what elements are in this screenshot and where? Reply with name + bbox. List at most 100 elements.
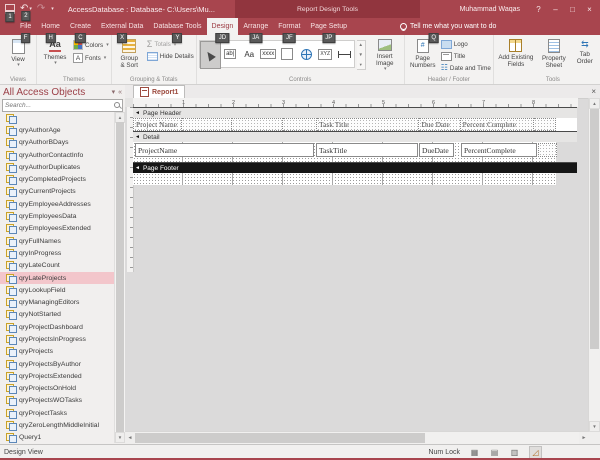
- layout-view-icon[interactable]: ▥: [509, 447, 520, 458]
- redo-button[interactable]: ↷: [37, 5, 45, 13]
- page-footer-section[interactable]: [133, 173, 556, 185]
- scrollbar-thumb[interactable]: [135, 433, 425, 443]
- page-footer-bar[interactable]: ◄ Page Footer: [133, 162, 577, 173]
- detail-bar[interactable]: ◄ Detail: [133, 131, 577, 142]
- nav-item[interactable]: qryCompletedProjects: [0, 173, 115, 185]
- header-label-box[interactable]: Percent Complete: [461, 118, 535, 131]
- ribbon-tab[interactable]: Home H: [36, 18, 65, 35]
- print-preview-icon[interactable]: ▤: [489, 447, 500, 458]
- nav-item[interactable]: qryZeroLengthMiddleInitial: [0, 419, 115, 431]
- scroll-up-icon[interactable]: ▲: [589, 98, 600, 109]
- header-label-box[interactable]: Due Date: [419, 118, 460, 131]
- nav-item[interactable]: qryLookupField: [0, 284, 115, 296]
- textbox-control[interactable]: PercentComplete: [461, 143, 537, 157]
- textbox-control[interactable]: DueDate: [419, 143, 454, 157]
- nav-item[interactable]: qryEmployeesData: [0, 210, 115, 222]
- design-view-icon[interactable]: ◿: [529, 446, 542, 459]
- undo-button[interactable]: ↶▾ 2: [20, 5, 32, 13]
- nav-item[interactable]: qryInProgress: [0, 247, 115, 259]
- nav-item[interactable]: qryProjectsOnHold: [0, 383, 115, 395]
- insert-image-button[interactable]: Insert Image ▾: [368, 37, 402, 73]
- date-time-button[interactable]: ☷ Date and Time: [441, 64, 491, 72]
- nav-item[interactable]: qryAuthorAge: [0, 124, 115, 136]
- page-break-tool[interactable]: XYZ: [316, 41, 335, 67]
- nav-item[interactable]: qryProjectsWOTasks: [0, 395, 115, 407]
- save-button[interactable]: 1: [5, 4, 15, 14]
- maximize-button[interactable]: □: [564, 0, 581, 18]
- nav-item[interactable]: qryProjects: [0, 346, 115, 358]
- scroll-down-icon[interactable]: ▼: [589, 421, 600, 432]
- document-tab[interactable]: Report1: [133, 85, 185, 98]
- textbox-control[interactable]: ProjectName: [135, 143, 314, 157]
- textbox-control[interactable]: TaskTitle: [316, 143, 418, 157]
- close-button[interactable]: ×: [581, 0, 598, 18]
- tellme-box[interactable]: Tell me what you want to do Q: [400, 18, 496, 35]
- nav-item[interactable]: qryLateCount: [0, 260, 115, 272]
- header-empty-box[interactable]: [232, 118, 282, 131]
- scroll-down-icon[interactable]: ▼: [115, 432, 125, 443]
- totals-button[interactable]: Σ Totals ▾: [147, 40, 194, 49]
- scroll-right-icon[interactable]: ►: [579, 432, 589, 444]
- nav-menu-icon[interactable]: ▾: [112, 88, 116, 96]
- search-icon[interactable]: [114, 102, 120, 108]
- scrollbar-thumb[interactable]: [590, 109, 599, 349]
- line-tool[interactable]: [335, 41, 354, 67]
- gallery-scroll[interactable]: ▲ ▼ ▾: [357, 40, 366, 70]
- nav-item[interactable]: qryProjectsInProgress: [0, 333, 115, 345]
- fonts-button[interactable]: A Fonts ▾: [73, 53, 109, 63]
- header-empty-box[interactable]: [283, 118, 317, 131]
- nav-item[interactable]: qryLateProjects: [0, 272, 115, 284]
- logo-button[interactable]: Logo: [441, 40, 491, 49]
- scrollbar-thumb[interactable]: [116, 122, 124, 433]
- property-sheet-button[interactable]: Property Sheet: [538, 37, 570, 69]
- nav-item[interactable]: qryProjectsByAuthor: [0, 358, 115, 370]
- empty-control[interactable]: [538, 143, 557, 157]
- help-button[interactable]: ?: [530, 0, 547, 18]
- tab-control-tool[interactable]: [278, 41, 297, 67]
- vertical-scrollbar[interactable]: ▲ ▼: [588, 98, 600, 432]
- add-existing-fields-button[interactable]: Add Existing Fields: [496, 37, 536, 68]
- page-header-bar[interactable]: ◄ Page Header: [133, 107, 577, 118]
- select-tool[interactable]: [200, 41, 221, 69]
- horizontal-scrollbar[interactable]: ◄ ►: [125, 431, 589, 444]
- customize-qat-button[interactable]: ▾: [51, 6, 54, 12]
- header-label-box[interactable]: Task Title: [317, 118, 419, 131]
- search-input[interactable]: [3, 100, 122, 111]
- detail-section[interactable]: ProjectName TaskTitle DueDate PercentCom…: [133, 142, 556, 162]
- title-button[interactable]: Title: [441, 52, 491, 61]
- ribbon-tab[interactable]: Database Tools Y: [148, 18, 206, 35]
- nav-item[interactable]: qryProjectsExtended: [0, 370, 115, 382]
- label-tool[interactable]: Aa: [240, 41, 259, 67]
- header-empty-box[interactable]: [182, 118, 232, 131]
- nav-item[interactable]: qryAuthorDuplicates: [0, 161, 115, 173]
- nav-item[interactable]: qryEmployeesExtended: [0, 223, 115, 235]
- nav-item[interactable]: qryManagingEditors: [0, 296, 115, 308]
- tab-order-button[interactable]: ⇆ Tab Order: [572, 37, 598, 65]
- nav-item[interactable]: Query1: [0, 432, 115, 444]
- shutter-close-icon[interactable]: «: [118, 89, 122, 96]
- ribbon-tab[interactable]: Create C: [65, 18, 96, 35]
- header-label-box[interactable]: Project Name: [133, 118, 182, 131]
- button-tool[interactable]: xxxx: [259, 41, 278, 67]
- design-canvas[interactable]: ◄ Page Header Project Name Task Title Du…: [125, 107, 588, 432]
- nav-scrollbar[interactable]: ▲ ▼: [114, 112, 125, 443]
- ribbon-tab[interactable]: Page Setup JP: [305, 18, 352, 35]
- report-view-icon[interactable]: ▦: [469, 447, 480, 458]
- nav-item[interactable]: qryProjectDashboard: [0, 321, 115, 333]
- header-empty-box[interactable]: [534, 118, 556, 131]
- close-document-icon[interactable]: ×: [591, 85, 596, 98]
- nav-item[interactable]: qryProjectTasks: [0, 407, 115, 419]
- ribbon-tab[interactable]: External Data X: [96, 18, 148, 35]
- nav-item[interactable]: qryFullNames: [0, 235, 115, 247]
- nav-item[interactable]: qryAuthorContactInfo: [0, 149, 115, 161]
- nav-item[interactable]: [0, 112, 115, 124]
- nav-item[interactable]: qryCurrentProjects: [0, 186, 115, 198]
- scroll-left-icon[interactable]: ◄: [125, 432, 135, 444]
- nav-item[interactable]: qryNotStarted: [0, 309, 115, 321]
- page-header-section[interactable]: Project Name Task Title Due Date Percent…: [133, 118, 577, 131]
- ribbon-tab[interactable]: Arrange JA: [238, 18, 273, 35]
- hyperlink-tool[interactable]: [297, 41, 316, 67]
- nav-item[interactable]: qryEmployeeAddresses: [0, 198, 115, 210]
- ribbon-tab[interactable]: Design JD: [207, 18, 239, 35]
- textbox-tool[interactable]: ab|: [221, 41, 240, 67]
